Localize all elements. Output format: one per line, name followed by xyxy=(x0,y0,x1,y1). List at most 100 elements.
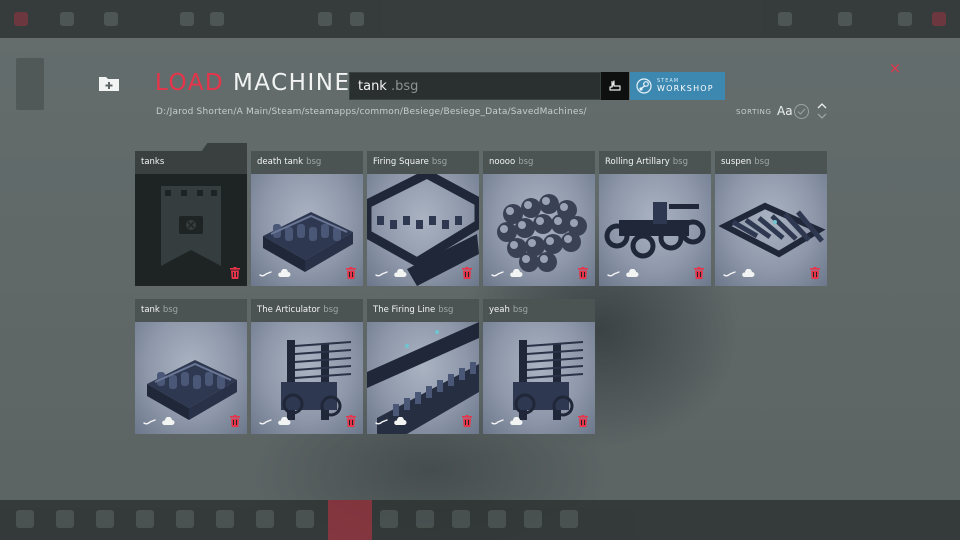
wrench-icon[interactable] xyxy=(259,270,273,278)
card-name: suspen xyxy=(721,157,752,167)
sort-toggle[interactable] xyxy=(794,104,809,119)
delete-icon[interactable] xyxy=(462,267,472,279)
delete-icon[interactable] xyxy=(230,415,240,427)
toolbar-icon xyxy=(176,510,194,528)
delete-icon[interactable] xyxy=(578,415,588,427)
cloud-upload-icon[interactable] xyxy=(509,269,523,278)
card-extension: bsg xyxy=(431,157,448,167)
card-actions xyxy=(259,417,291,426)
sorting-label: SORTING xyxy=(736,108,772,116)
card-name: noooo xyxy=(489,157,516,167)
card-title: death tank bsg xyxy=(251,151,363,174)
machine-card[interactable]: death tank bsg xyxy=(251,151,363,286)
steam-workshop-button[interactable]: STEAM WORKSHOP xyxy=(630,72,725,100)
steam-logo-icon xyxy=(636,78,652,94)
delete-icon[interactable] xyxy=(230,267,240,279)
cloud-upload-icon[interactable] xyxy=(277,417,291,426)
card-thumbnail[interactable] xyxy=(483,322,595,434)
machine-card[interactable]: Rolling Artillary bsg xyxy=(599,151,711,286)
card-thumbnail[interactable] xyxy=(367,174,479,286)
card-thumbnail[interactable] xyxy=(599,174,711,286)
machine-card[interactable]: suspen bsg xyxy=(715,151,827,286)
card-name: tanks xyxy=(141,157,165,167)
cloud-upload-icon[interactable] xyxy=(625,269,639,278)
toolbar-icon xyxy=(136,510,154,528)
cloud-upload-icon[interactable] xyxy=(161,417,175,426)
search-box[interactable]: .bsg xyxy=(349,72,601,100)
delete-icon[interactable] xyxy=(346,415,356,427)
selected-tool xyxy=(328,500,372,540)
card-actions xyxy=(723,269,755,278)
cloud-upload-icon[interactable] xyxy=(741,269,755,278)
wrench-icon[interactable] xyxy=(723,270,737,278)
title-accent: LOAD xyxy=(155,70,225,96)
toolbar-icon xyxy=(96,510,114,528)
toolbar-icon xyxy=(256,510,274,528)
card-title: tank bsg xyxy=(135,299,247,322)
card-title: suspen bsg xyxy=(715,151,827,174)
card-title: tanks xyxy=(135,151,247,174)
wrench-icon[interactable] xyxy=(607,270,621,278)
directory-path: D:/Jarod Shorten/A Main/Steam/steamapps/… xyxy=(156,107,587,117)
search-input[interactable] xyxy=(350,73,600,99)
toolbar-icon xyxy=(416,510,434,528)
card-extension: bsg xyxy=(512,305,529,315)
folder-tab xyxy=(201,143,247,152)
card-title: Rolling Artillary bsg xyxy=(599,151,711,174)
machine-card[interactable]: yeah bsg xyxy=(483,299,595,434)
card-actions xyxy=(375,269,407,278)
card-name: Rolling Artillary xyxy=(605,157,670,167)
machine-card[interactable]: The Firing Line bsg xyxy=(367,299,479,434)
card-thumbnail[interactable] xyxy=(251,322,363,434)
card-name: yeah xyxy=(489,305,510,315)
toolbar-icon xyxy=(216,510,234,528)
card-thumbnail[interactable] xyxy=(251,174,363,286)
machine-card[interactable]: The Articulator bsg xyxy=(251,299,363,434)
wrench-icon[interactable] xyxy=(375,418,389,426)
card-name: The Firing Line xyxy=(373,305,436,315)
delete-icon[interactable] xyxy=(578,267,588,279)
card-thumbnail[interactable] xyxy=(483,174,595,286)
close-button[interactable]: × xyxy=(887,60,903,76)
wrench-icon[interactable] xyxy=(491,270,505,278)
toolbar-icon xyxy=(16,510,34,528)
sort-direction-icon[interactable] xyxy=(816,102,828,120)
folder-card[interactable]: tanks xyxy=(135,143,247,286)
wrench-icon[interactable] xyxy=(143,418,157,426)
cloud-upload-icon[interactable] xyxy=(393,269,407,278)
delete-icon[interactable] xyxy=(462,415,472,427)
card-extension: bsg xyxy=(518,157,534,167)
wrench-icon[interactable] xyxy=(259,418,273,426)
cloud-upload-icon[interactable] xyxy=(509,417,523,426)
machine-card[interactable]: Firing Square bsg xyxy=(367,151,479,286)
cloud-upload-icon[interactable] xyxy=(393,417,407,426)
card-thumbnail[interactable] xyxy=(135,322,247,434)
delete-icon[interactable] xyxy=(810,267,820,279)
delete-icon[interactable] xyxy=(694,267,704,279)
new-folder-icon[interactable] xyxy=(98,74,120,92)
toolbar-icon xyxy=(56,510,74,528)
card-thumbnail[interactable] xyxy=(367,322,479,434)
sort-alphabetical-button[interactable]: Aa xyxy=(777,104,793,118)
card-thumbnail[interactable] xyxy=(135,174,247,286)
machine-card[interactable]: noooo bsg xyxy=(483,151,595,286)
card-actions xyxy=(607,269,639,278)
toolbar-icon xyxy=(318,12,332,26)
toolbar-icon xyxy=(932,12,946,26)
wrench-icon[interactable] xyxy=(491,418,505,426)
page-title: LOAD MACHINE xyxy=(155,70,351,96)
machine-card[interactable]: tank bsg xyxy=(135,299,247,434)
toolbar-icon xyxy=(778,12,792,26)
card-extension: bsg xyxy=(672,157,688,167)
card-name: Firing Square xyxy=(373,157,429,167)
card-name: tank xyxy=(141,305,160,315)
card-thumbnail[interactable] xyxy=(715,174,827,286)
delete-icon[interactable] xyxy=(346,267,356,279)
toolbar-icon xyxy=(210,12,224,26)
card-title: noooo bsg xyxy=(483,151,595,174)
search-submit-button[interactable] xyxy=(601,72,629,100)
card-extension: bsg xyxy=(754,157,770,167)
toolbar-icon xyxy=(14,12,28,26)
wrench-icon[interactable] xyxy=(375,270,389,278)
cloud-upload-icon[interactable] xyxy=(277,269,291,278)
